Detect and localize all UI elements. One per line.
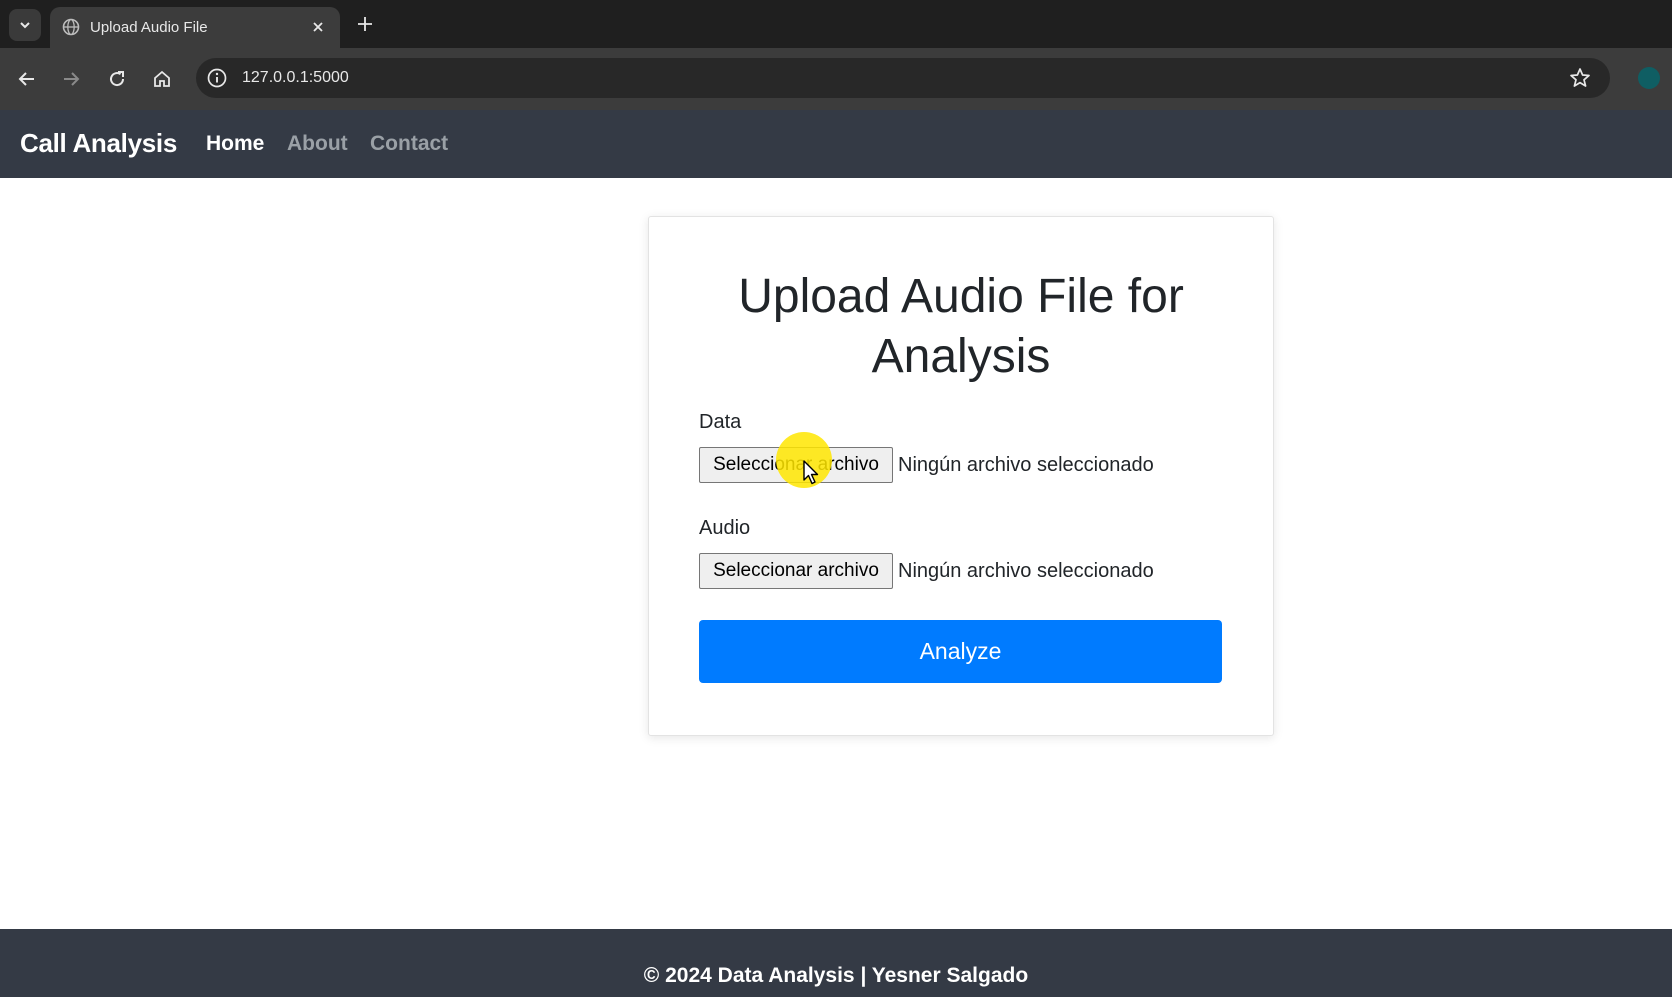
info-icon[interactable]	[206, 67, 228, 89]
back-button[interactable]	[14, 66, 40, 92]
audio-file-status: Ningún archivo seleccionado	[898, 560, 1154, 582]
audio-file-button[interactable]: Seleccionar archivo	[699, 553, 893, 589]
tab-list-button[interactable]	[9, 9, 41, 41]
new-tab-button[interactable]	[354, 13, 376, 35]
url-text[interactable]: 127.0.0.1:5000	[242, 69, 349, 87]
upload-card: Upload Audio File for Analysis Data Sele…	[648, 216, 1274, 736]
data-file-status: Ningún archivo seleccionado	[898, 454, 1154, 476]
tab-title: Upload Audio File	[90, 19, 208, 36]
back-icon	[18, 72, 34, 86]
mouse-cursor-icon	[803, 460, 819, 485]
browser-toolbar: 127.0.0.1:5000	[0, 48, 1672, 110]
nav-link-about[interactable]: About	[287, 132, 348, 156]
globe-icon	[62, 18, 80, 36]
chevron-down-icon	[20, 22, 30, 29]
title-line-1: Upload Audio File for	[738, 270, 1184, 323]
analyze-button[interactable]: Analyze	[699, 620, 1222, 683]
forward-button[interactable]	[58, 66, 84, 92]
site-footer: © 2024 Data Analysis | Yesner Salgado	[0, 929, 1672, 997]
page-title: Upload Audio File for Analysis	[649, 267, 1273, 387]
reload-button[interactable]	[104, 66, 130, 92]
home-icon	[154, 70, 170, 87]
address-bar[interactable]: 127.0.0.1:5000	[196, 58, 1610, 98]
extension-icon[interactable]	[1638, 67, 1660, 89]
home-button[interactable]	[149, 66, 175, 92]
brand-logo[interactable]: Call Analysis	[20, 128, 177, 159]
plus-icon	[358, 17, 372, 31]
browser-tab[interactable]: Upload Audio File	[50, 7, 340, 48]
star-icon[interactable]	[1568, 66, 1592, 90]
audio-field-label: Audio	[699, 517, 751, 539]
browser-tab-strip: Upload Audio File	[0, 0, 1672, 48]
site-navbar: Call Analysis Home About Contact	[0, 110, 1672, 178]
forward-icon	[64, 72, 80, 86]
close-icon	[313, 22, 323, 32]
footer-text: © 2024 Data Analysis | Yesner Salgado	[643, 964, 1029, 987]
nav-link-contact[interactable]: Contact	[370, 132, 448, 156]
data-field-label: Data	[699, 411, 742, 433]
nav-link-home[interactable]: Home	[206, 132, 264, 156]
close-tab-button[interactable]	[308, 17, 328, 37]
title-line-2: Analysis	[871, 330, 1051, 383]
reload-icon	[110, 71, 125, 87]
